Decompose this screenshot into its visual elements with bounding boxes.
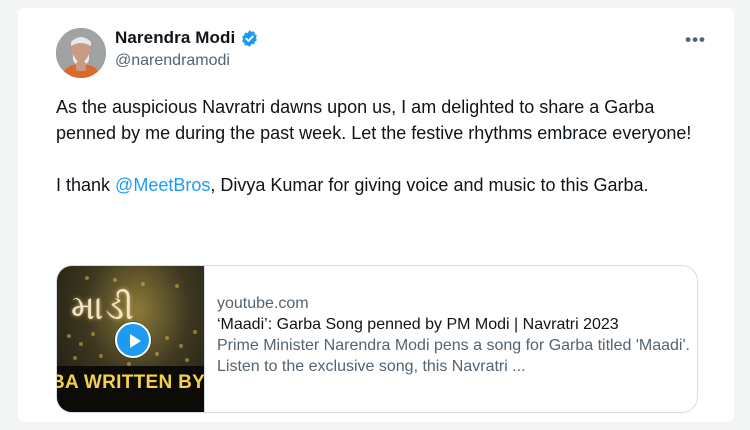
link-description: Prime Minister Narendra Modi pens a song… <box>217 337 690 375</box>
tweet-paragraph-2: I thank @MeetBros, Divya Kumar for givin… <box>56 172 706 198</box>
thank-prefix: I thank <box>56 175 116 195</box>
link-domain: youtube.com <box>217 295 309 312</box>
tweet-text: As the auspicious Navratri dawns upon us… <box>56 94 706 198</box>
author-name-row[interactable]: Narendra Modi <box>115 28 259 48</box>
link-preview-card[interactable]: માડી BA WRITTEN BY PM M youtube.com ‘Maa… <box>56 265 698 413</box>
link-title: ‘Maadi’: Garba Song penned by PM Modi | … <box>217 316 619 333</box>
thumbnail-caption: BA WRITTEN BY PM M <box>57 372 205 393</box>
thumbnail-title: માડી <box>71 288 136 328</box>
link-card-text[interactable]: youtube.com ‘Maadi’: Garba Song penned b… <box>205 266 697 412</box>
tweet-paragraph-1: As the auspicious Navratri dawns upon us… <box>56 97 692 143</box>
author-handle[interactable]: @narendramodi <box>115 52 230 70</box>
video-thumbnail[interactable]: માડી BA WRITTEN BY PM M <box>57 266 205 412</box>
play-button[interactable] <box>115 322 151 358</box>
thank-suffix: , Divya Kumar for giving voice and music… <box>210 175 649 195</box>
play-icon <box>130 334 141 348</box>
author-name[interactable]: Narendra Modi <box>115 28 235 48</box>
avatar[interactable] <box>56 28 106 78</box>
avatar-image <box>56 28 106 78</box>
tweet-card: Narendra Modi @narendramodi ••• As the a… <box>18 8 734 422</box>
mention-link[interactable]: @MeetBros <box>115 175 210 195</box>
more-options-button[interactable]: ••• <box>685 30 706 50</box>
more-horizontal-icon: ••• <box>685 30 706 49</box>
verified-badge-icon <box>242 29 258 47</box>
